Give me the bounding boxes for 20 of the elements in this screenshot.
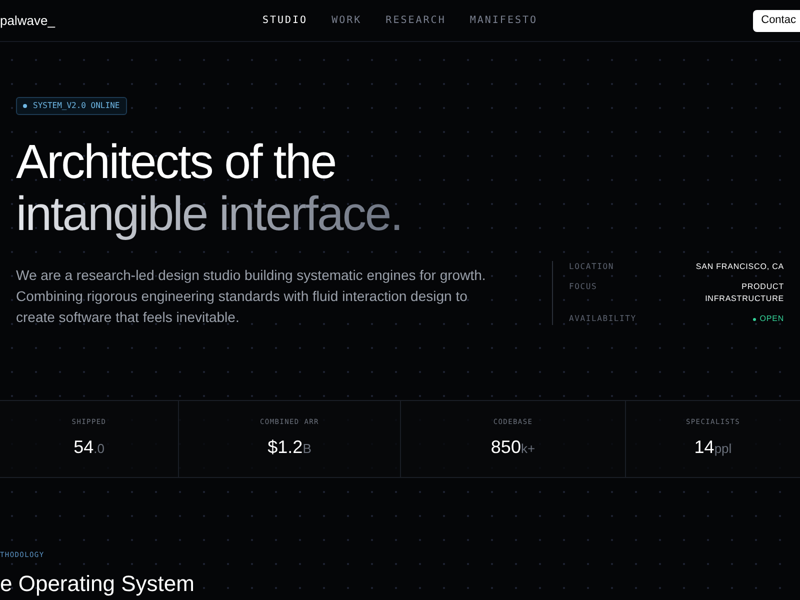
nav-link[interactable]: WORK [332, 13, 362, 28]
stat-value: 14ppl [694, 436, 732, 459]
fact-label: LOCATION [569, 261, 614, 273]
fact-label: AVAILABILITY [569, 313, 636, 325]
headline: Architects of the [16, 137, 337, 189]
section-title: e Operating System [0, 570, 196, 596]
logo[interactable]: palwave_ [0, 10, 200, 30]
fact-label: FOCUS [569, 281, 598, 293]
fact-value: OPEN [760, 313, 784, 325]
nav-link[interactable]: MANIFESTO [470, 13, 538, 28]
nav-link[interactable]: RESEARCH [386, 13, 446, 28]
stat-value: 850k+ [490, 436, 536, 459]
status-badge: SYSTEM_V2.0 ONLINE [16, 97, 127, 115]
stat-value: $1.2B [268, 436, 312, 459]
description: We are a research-led design studio building systematic engines for growth. Combining rigorous engineering standards with fluid interaction design to create software that feels inevitable. [16, 266, 487, 327]
fact-value: PRODUCT INFRASTRUCTURE [704, 281, 784, 305]
stat-value: 54.0 [74, 436, 104, 459]
nav-link[interactable]: STUDIO [262, 13, 308, 28]
contact-button[interactable]: Contac [753, 10, 800, 32]
fact-value: SAN FRANCISCO, CA [694, 261, 784, 273]
